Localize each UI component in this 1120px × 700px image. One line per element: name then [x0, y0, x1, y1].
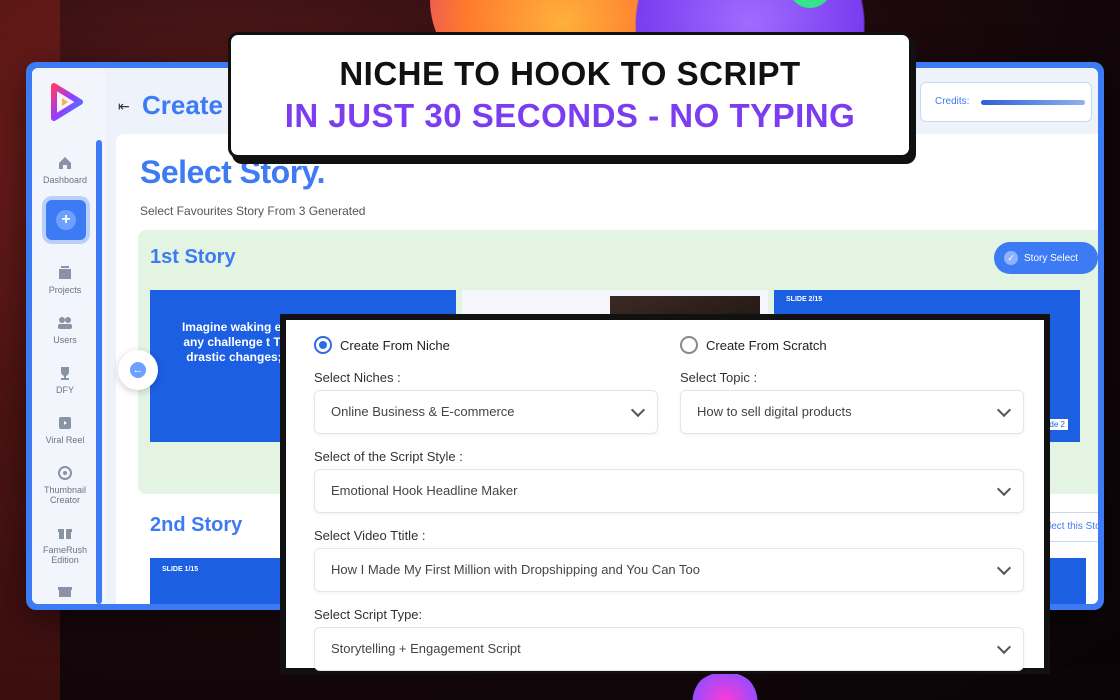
chevron-down-icon — [996, 560, 1012, 576]
users-icon — [58, 317, 72, 329]
page-subtitle: Select Favourites Story From 3 Generated — [140, 204, 366, 218]
sidebar-item-label: Thumbnail Creator — [43, 485, 87, 505]
script-type-select[interactable]: Storytelling + Engagement Script — [314, 627, 1024, 671]
chevron-down-icon — [996, 402, 1012, 418]
trophy-icon — [61, 367, 69, 380]
gift-icon — [58, 529, 72, 539]
sidebar-item-users[interactable]: Users — [32, 314, 98, 345]
chevron-down-icon — [996, 481, 1012, 497]
projects-icon — [59, 266, 71, 279]
radio-label: Create From Scratch — [706, 337, 827, 353]
credits-label: Credits: — [935, 96, 970, 107]
script-style-value: Emotional Hook Headline Maker — [331, 483, 518, 498]
home-icon — [59, 157, 71, 169]
niches-label: Select Niches : — [314, 370, 401, 385]
sidebar-item-label: DFY — [56, 385, 74, 395]
radio-create-from-niche[interactable]: Create From Niche — [314, 336, 450, 354]
radio-label: Create From Niche — [340, 337, 450, 353]
chevron-down-icon — [630, 402, 646, 418]
script-style-label: Select of the Script Style : — [314, 449, 463, 464]
sidebar-item-projects[interactable]: Projects — [32, 264, 98, 295]
radio-selected-icon — [314, 336, 332, 354]
sidebar-item-label: Users — [53, 335, 77, 345]
niches-select[interactable]: Online Business & E-commerce — [314, 390, 658, 434]
reel-icon — [59, 417, 71, 429]
sidebar-item-label: Viral Reel — [45, 435, 85, 445]
headline-line-1: NICHE TO HOOK TO SCRIPT — [339, 55, 801, 92]
radio-unselected-icon — [680, 336, 698, 354]
sidebar-item-dfy[interactable]: DFY — [32, 364, 98, 395]
slide-number: SLIDE 1/15 — [162, 566, 199, 573]
story-heading: 1st Story — [150, 246, 236, 268]
arrow-left-icon: ← — [130, 362, 146, 378]
page-header-title: Create — [142, 90, 223, 120]
story-select-label: Story Select — [1024, 252, 1078, 264]
sidebar-item-label: FameRush Edition — [42, 545, 87, 565]
headline-line-2: IN JUST 30 SECONDS - NO TYPING — [284, 97, 856, 134]
gift-icon — [58, 587, 72, 597]
exit-icon[interactable]: ⇤ — [118, 98, 130, 115]
credits-widget: Credits: — [920, 82, 1092, 122]
sidebar-item-label: Projects — [48, 285, 82, 295]
thumbnail-icon — [58, 466, 72, 480]
sidebar-scrollbar[interactable] — [96, 140, 102, 604]
script-type-value: Storytelling + Engagement Script — [331, 641, 521, 656]
script-style-select[interactable]: Emotional Hook Headline Maker — [314, 469, 1024, 513]
sidebar: Dashboard + Projects Users DFY Viral Ree… — [32, 68, 106, 604]
radio-create-from-scratch[interactable]: Create From Scratch — [680, 336, 827, 354]
niches-value: Online Business & E-commerce — [331, 404, 515, 419]
video-title-value: How I Made My First Million with Dropshi… — [331, 562, 700, 577]
plus-icon: + — [56, 210, 76, 230]
sidebar-item-thumbnail-creator[interactable]: Thumbnail Creator — [32, 464, 98, 505]
sidebar-item-viral-reel[interactable]: Viral Reel — [32, 414, 98, 445]
page-title: Select Story. — [140, 154, 325, 190]
topic-select[interactable]: How to sell digital products — [680, 390, 1024, 434]
create-new-button[interactable]: + — [46, 200, 86, 240]
video-title-select[interactable]: How I Made My First Million with Dropshi… — [314, 548, 1024, 592]
script-form-panel: Create From Niche Create From Scratch Se… — [280, 314, 1050, 674]
chevron-down-icon — [996, 639, 1012, 655]
sidebar-item-more[interactable] — [32, 582, 98, 603]
topic-label: Select Topic : — [680, 370, 758, 385]
app-logo-icon — [51, 83, 83, 121]
sidebar-item-label: Dashboard — [42, 175, 88, 185]
script-type-label: Select Script Type: — [314, 607, 423, 622]
headline-banner: NICHE TO HOOK TO SCRIPT IN JUST 30 SECON… — [228, 32, 912, 158]
story-select-button[interactable]: ✓ Story Select — [994, 242, 1098, 274]
slide-number: SLIDE 2/15 — [786, 296, 823, 303]
previous-slide-button[interactable]: ← — [118, 350, 158, 390]
sidebar-item-dashboard[interactable]: Dashboard — [32, 154, 98, 185]
topic-value: How to sell digital products — [697, 404, 852, 419]
background-pink-blob — [690, 672, 760, 700]
sidebar-item-famerush-edition[interactable]: FameRush Edition — [32, 524, 98, 565]
story-heading: 2nd Story — [150, 514, 243, 536]
check-icon: ✓ — [1004, 251, 1018, 265]
video-title-label: Select Video Ttitle : — [314, 528, 426, 543]
credits-progress-bar — [981, 100, 1085, 105]
